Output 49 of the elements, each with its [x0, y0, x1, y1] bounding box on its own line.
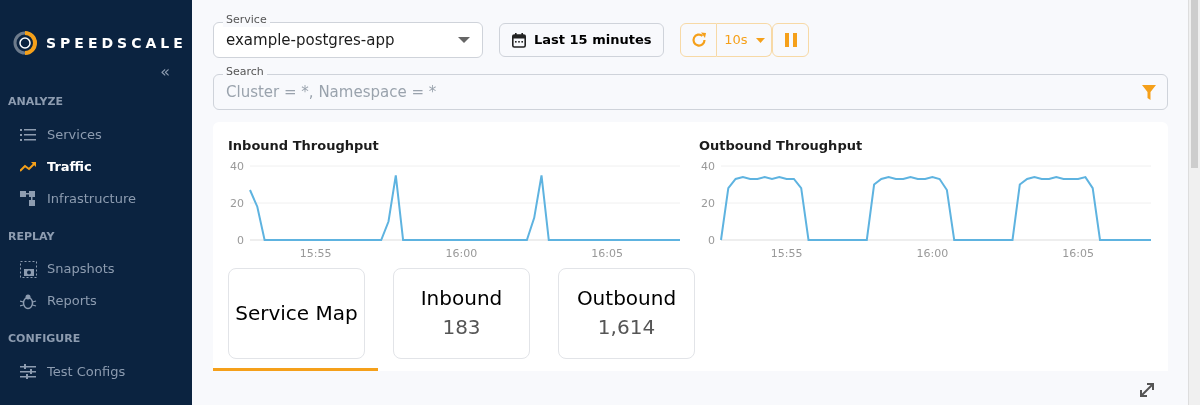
- search-field[interactable]: Cluster = *, Namespace = *: [213, 74, 1168, 110]
- nav-item[interactable]: Services: [0, 118, 192, 151]
- nav-item[interactable]: Test Configs: [0, 355, 192, 388]
- y-tick-label: 0: [708, 233, 715, 247]
- pause-icon: [784, 33, 797, 47]
- x-tick-label: 16:05: [1062, 246, 1094, 260]
- chart-title: Inbound Throughput: [228, 137, 380, 155]
- caret-icon: [755, 37, 765, 43]
- sliders-icon: [20, 363, 37, 380]
- nav-item[interactable]: Snapshots: [0, 253, 192, 285]
- nav-item[interactable]: Reports: [0, 285, 192, 317]
- summary-tile[interactable]: Inbound 183: [393, 267, 530, 359]
- dropdown-caret-icon: [458, 37, 470, 43]
- scrollbar-thumb[interactable]: [1191, 0, 1198, 168]
- date-range-button[interactable]: Last 15 minutes: [499, 23, 665, 57]
- calendar-icon: [512, 32, 526, 48]
- summary-tile[interactable]: Service Map: [228, 267, 365, 359]
- logo-icon: [12, 30, 38, 56]
- nav-item[interactable]: Infrastructure: [0, 182, 192, 215]
- pause-button[interactable]: [772, 23, 810, 57]
- bug-icon: [20, 292, 37, 310]
- blocks-icon: [20, 190, 37, 207]
- camera-icon: [20, 260, 37, 278]
- brand-name: SPEEDSCALE: [46, 33, 187, 53]
- section-title: ANALYZE: [7, 94, 64, 110]
- x-tick-label: 16:00: [445, 246, 478, 260]
- x-tick-label: 16:05: [591, 246, 623, 260]
- x-tick-label: 15:55: [299, 246, 332, 260]
- section-title: CONFIGURE: [7, 331, 82, 347]
- refresh-button[interactable]: [680, 23, 718, 57]
- expand-icon: [1138, 380, 1156, 399]
- x-tick-label: 15:55: [770, 246, 803, 260]
- y-tick-label: 40: [701, 159, 715, 173]
- collapse-button[interactable]: «: [160, 64, 170, 80]
- y-tick-label: 20: [230, 196, 244, 210]
- summary-tile[interactable]: Outbound 1,614: [558, 267, 695, 359]
- section-title: REPLAY: [7, 228, 56, 245]
- x-tick-label: 16:00: [916, 246, 949, 260]
- list-icon: [20, 126, 37, 143]
- filter-icon[interactable]: [1142, 85, 1156, 100]
- chart-title: Outbound Throughput: [699, 137, 864, 155]
- y-tick-label: 0: [237, 233, 244, 247]
- content-card: Inbound Throughput 0 20 40 15:55 16:00 16:05 Outbound Throughput 0 20 40 15:55 16:00 16:05 Service Map Inbound 183 Outbound 1,614: [213, 122, 1168, 399]
- service-select[interactable]: example-postgres-app: [213, 22, 483, 58]
- nav-item[interactable]: Traffic: [0, 150, 192, 183]
- field-label: Service: [223, 13, 270, 27]
- y-tick-label: 20: [701, 196, 715, 210]
- refresh-icon: [690, 32, 707, 48]
- y-tick-label: 40: [230, 159, 244, 173]
